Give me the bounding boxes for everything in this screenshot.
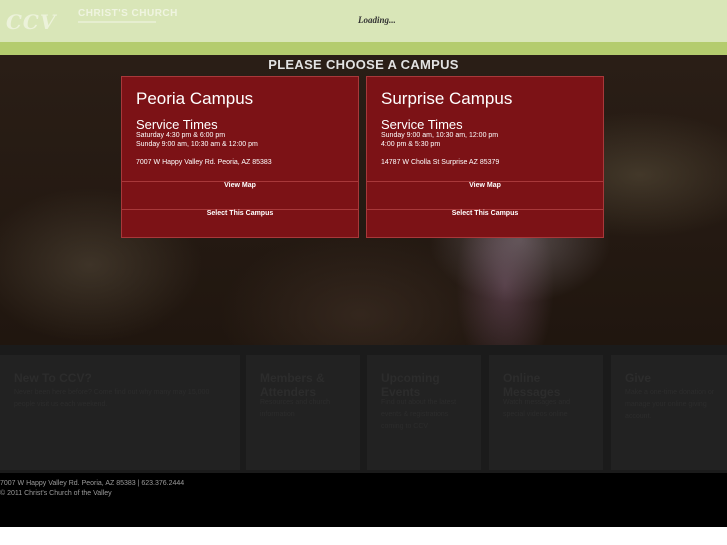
- tile-online-messages[interactable]: Online Messages Watch messages and speci…: [489, 355, 603, 470]
- tile-title: Give: [625, 371, 652, 385]
- tile-title: New To CCV?: [14, 371, 92, 385]
- loading-indicator: Loading...: [358, 15, 396, 25]
- tile-upcoming-events[interactable]: Upcoming Events Find out about the lates…: [367, 355, 481, 470]
- tile-title: Members & Attenders: [260, 371, 325, 399]
- site-footer: 7007 W Happy Valley Rd. Peoria, AZ 85383…: [0, 473, 727, 527]
- hero-background: [0, 55, 727, 345]
- campus-card-surprise: Surprise Campus Service Times Sunday 9:0…: [366, 76, 604, 238]
- view-map-button[interactable]: View Map: [122, 181, 358, 208]
- page-bottom: [0, 527, 727, 545]
- footer-address: 7007 W Happy Valley Rd. Peoria, AZ 85383…: [0, 480, 185, 487]
- service-time-line: Sunday 9:00 am, 10:30 am & 12:00 pm: [136, 141, 258, 148]
- tile-text: Make a one-time donation or manage your …: [625, 389, 715, 420]
- tile-text: Resources and church information: [260, 399, 331, 418]
- campus-address: 7007 W Happy Valley Rd. Peoria, AZ 85383: [136, 159, 272, 166]
- service-time-line: Saturday 4:30 pm & 6:00 pm: [136, 132, 226, 139]
- tile-text: Watch messages and special videos online: [503, 399, 571, 418]
- campus-chooser-title: PLEASE CHOOSE A CAMPUS: [268, 57, 459, 72]
- campus-name: Peoria Campus: [136, 89, 254, 108]
- select-campus-button[interactable]: Select This Campus: [122, 209, 358, 236]
- campus-card-peoria: Peoria Campus Service Times Saturday 4:3…: [121, 76, 359, 238]
- logo-subline: [78, 21, 156, 30]
- tile-title: Online Messages: [503, 371, 561, 399]
- tile-title: Upcoming Events: [381, 371, 440, 399]
- view-map-button[interactable]: View Map: [367, 181, 603, 208]
- tile-new-to-ccv[interactable]: New To CCV? Never been here before? Come…: [0, 355, 240, 470]
- service-time-line: 4:00 pm & 5:30 pm: [381, 141, 441, 148]
- ccv-logo[interactable]: CCV: [6, 10, 64, 34]
- service-time-line: Sunday 9:00 am, 10:30 am, 12:00 pm: [381, 132, 499, 139]
- site-header: CCV CHRIST'S CHURCH Loading...: [0, 0, 727, 42]
- tile-members-attenders[interactable]: Members & Attenders Resources and church…: [246, 355, 360, 470]
- campus-name: Surprise Campus: [381, 89, 513, 108]
- service-times-heading: Service Times: [136, 117, 218, 132]
- logo-wordmark: CHRIST'S CHURCH: [78, 8, 178, 19]
- service-times-heading: Service Times: [381, 117, 463, 132]
- footer-copyright: © 2011 Christ's Church of the Valley: [0, 490, 112, 497]
- tile-text: Find out about the latest events & regis…: [381, 399, 457, 430]
- campus-address: 14787 W Cholla St Surprise AZ 85379: [381, 159, 500, 166]
- header-strip: [0, 42, 727, 55]
- tile-give[interactable]: Give Make a one-time donation or manage …: [611, 355, 727, 470]
- tile-text: Never been here before? Come find out wh…: [14, 389, 210, 408]
- select-campus-button[interactable]: Select This Campus: [367, 209, 603, 236]
